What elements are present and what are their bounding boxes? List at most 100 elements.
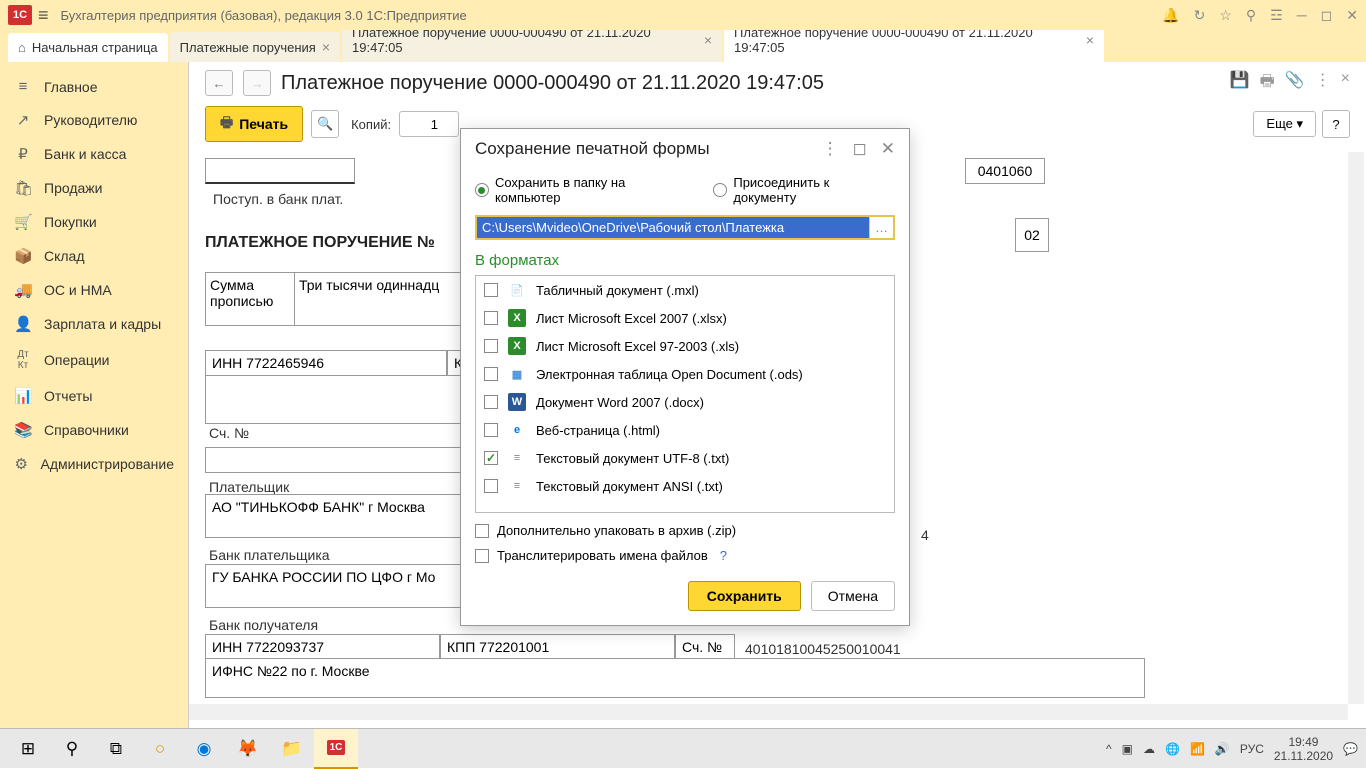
help-link[interactable]: ? [720, 548, 727, 563]
radio-attach[interactable]: Присоединить к документу [713, 175, 895, 205]
checkbox-icon[interactable] [484, 479, 498, 493]
sidebar-item-sales[interactable]: 🛍Продажи [0, 171, 188, 205]
sidebar-item-manager[interactable]: ↗Руководителю [0, 103, 188, 137]
sidebar-item-main[interactable]: ≡Главное [0, 70, 188, 103]
radio-icon [475, 183, 489, 197]
save-button[interactable]: Сохранить [688, 581, 801, 611]
format-txt-utf8[interactable]: ≡Текстовый документ UTF-8 (.txt) [476, 444, 894, 472]
tab-close-icon[interactable]: × [704, 32, 712, 48]
maximize-icon[interactable]: ◻ [1321, 7, 1333, 24]
format-txt-ansi[interactable]: ≡Текстовый документ ANSI (.txt) [476, 472, 894, 500]
firefox-icon[interactable]: 🦊 [226, 729, 270, 769]
sidebar-item-admin[interactable]: ⚙Администрирование [0, 447, 188, 481]
horizontal-scrollbar[interactable] [189, 704, 1348, 720]
tray-expand-icon[interactable]: ^ [1106, 742, 1112, 756]
tray-app-icon[interactable]: ▣ [1122, 742, 1133, 756]
sidebar-item-purchases[interactable]: 🛒Покупки [0, 205, 188, 239]
tab-payments[interactable]: Платежные поручения × [170, 32, 340, 62]
sidebar-item-reports[interactable]: 📊Отчеты [0, 379, 188, 413]
close-icon[interactable]: ✕ [1346, 7, 1358, 24]
tab-close-icon[interactable]: × [322, 39, 330, 55]
browse-button[interactable]: … [869, 217, 893, 238]
search-button[interactable]: ⚲ [50, 729, 94, 769]
cancel-button[interactable]: Отмена [811, 581, 895, 611]
yandex-icon[interactable]: ○ [138, 729, 182, 769]
format-label: Веб-страница (.html) [536, 423, 660, 438]
translit-option[interactable]: Транслитерировать имена файлов ? [475, 548, 895, 563]
sch2-label: Сч. № [675, 634, 735, 660]
print-icon[interactable]: 🖶 [1260, 70, 1275, 97]
tray-notifications-icon[interactable]: 💬 [1343, 742, 1358, 756]
checkbox-icon[interactable] [484, 283, 498, 297]
path-input[interactable] [477, 217, 869, 238]
dialog-maximize-icon[interactable]: ◻ [853, 139, 867, 159]
tray-wifi-icon[interactable]: 📶 [1190, 742, 1205, 756]
bell-icon[interactable]: 🔔 [1162, 7, 1179, 24]
preview-button[interactable]: 🔍 [311, 110, 339, 138]
hamburger-icon[interactable]: ≡ [38, 5, 49, 26]
attach-icon[interactable]: 📎 [1285, 70, 1305, 97]
text-icon: ≡ [508, 449, 526, 467]
search-icon[interactable]: ⚲ [1246, 7, 1256, 24]
sum-label: Сумма прописью [205, 272, 295, 326]
radio-save-folder[interactable]: Сохранить в папку на компьютер [475, 175, 693, 205]
tray-network-icon[interactable]: 🌐 [1165, 742, 1180, 756]
tray-volume-icon[interactable]: 🔊 [1215, 742, 1230, 756]
history-icon[interactable]: ↻ [1194, 7, 1206, 24]
tray-lang[interactable]: РУС [1240, 742, 1264, 756]
checkbox-icon[interactable] [475, 549, 489, 563]
save-dialog: Сохранение печатной формы ⋮ ◻ ✕ Сохранит… [460, 128, 910, 626]
system-tray: ^ ▣ ☁ 🌐 📶 🔊 РУС 19:49 21.11.2020 💬 [1106, 735, 1358, 763]
sidebar-item-salary[interactable]: 👤Зарплата и кадры [0, 307, 188, 341]
sidebar-item-bank[interactable]: ₽Банк и касса [0, 137, 188, 171]
format-html[interactable]: eВеб-страница (.html) [476, 416, 894, 444]
sidebar-item-label: Зарплата и кадры [44, 316, 161, 332]
tab-home[interactable]: ⌂ Начальная страница [8, 33, 168, 62]
checkbox-icon[interactable] [484, 451, 498, 465]
zip-option[interactable]: Дополнительно упаковать в архив (.zip) [475, 523, 895, 538]
document-title: Платежное поручение 0000-000490 от 21.11… [281, 72, 824, 95]
copies-input[interactable] [399, 111, 459, 137]
save-icon[interactable]: 💾 [1230, 70, 1250, 97]
sidebar-item-warehouse[interactable]: 📦Склад [0, 239, 188, 273]
help-button[interactable]: ? [1322, 110, 1350, 138]
explorer-icon[interactable]: 📁 [270, 729, 314, 769]
checkbox-icon[interactable] [484, 395, 498, 409]
taskview-button[interactable]: ⧉ [94, 729, 138, 769]
print-button[interactable]: 🖶 Печать [205, 106, 303, 142]
dialog-more-icon[interactable]: ⋮ [822, 139, 839, 159]
checkbox-icon[interactable] [484, 423, 498, 437]
formats-list: 📄Табличный документ (.mxl) XЛист Microso… [475, 275, 895, 513]
box-icon: 📦 [14, 247, 32, 265]
minimize-icon[interactable]: ─ [1297, 7, 1307, 23]
1c-taskbar-icon[interactable]: 1C [314, 729, 358, 769]
vertical-scrollbar[interactable] [1348, 152, 1364, 704]
tab-close-icon[interactable]: × [1086, 32, 1094, 48]
format-xlsx[interactable]: XЛист Microsoft Excel 2007 (.xlsx) [476, 304, 894, 332]
more-button[interactable]: Еще ▾ [1253, 111, 1316, 137]
edge-icon[interactable]: ◉ [182, 729, 226, 769]
settings-icon[interactable]: ☲ [1270, 7, 1283, 24]
nav-back-button[interactable]: ← [205, 70, 233, 96]
chart-bar-icon: 📊 [14, 387, 32, 405]
checkbox-icon[interactable] [484, 367, 498, 381]
checkbox-icon[interactable] [484, 339, 498, 353]
nav-forward-button[interactable]: → [243, 70, 271, 96]
format-xls[interactable]: XЛист Microsoft Excel 97-2003 (.xls) [476, 332, 894, 360]
sidebar-item-references[interactable]: 📚Справочники [0, 413, 188, 447]
format-ods[interactable]: ▦Электронная таблица Open Document (.ods… [476, 360, 894, 388]
sidebar-item-assets[interactable]: 🚚ОС и НМА [0, 273, 188, 307]
tray-onedrive-icon[interactable]: ☁ [1143, 742, 1155, 756]
checkbox-icon[interactable] [484, 311, 498, 325]
close-panel-icon[interactable]: × [1341, 70, 1350, 97]
more-icon[interactable]: ⋮ [1315, 70, 1331, 97]
star-icon[interactable]: ☆ [1219, 7, 1232, 24]
checkbox-icon[interactable] [475, 524, 489, 538]
format-docx[interactable]: WДокумент Word 2007 (.docx) [476, 388, 894, 416]
recv-inn: ИНН 7722093737 [205, 634, 440, 660]
tray-clock[interactable]: 19:49 21.11.2020 [1274, 735, 1333, 763]
format-mxl[interactable]: 📄Табличный документ (.mxl) [476, 276, 894, 304]
sidebar-item-operations[interactable]: ДтКтОперации [0, 341, 188, 379]
start-button[interactable]: ⊞ [6, 729, 50, 769]
dialog-close-icon[interactable]: ✕ [881, 139, 895, 159]
